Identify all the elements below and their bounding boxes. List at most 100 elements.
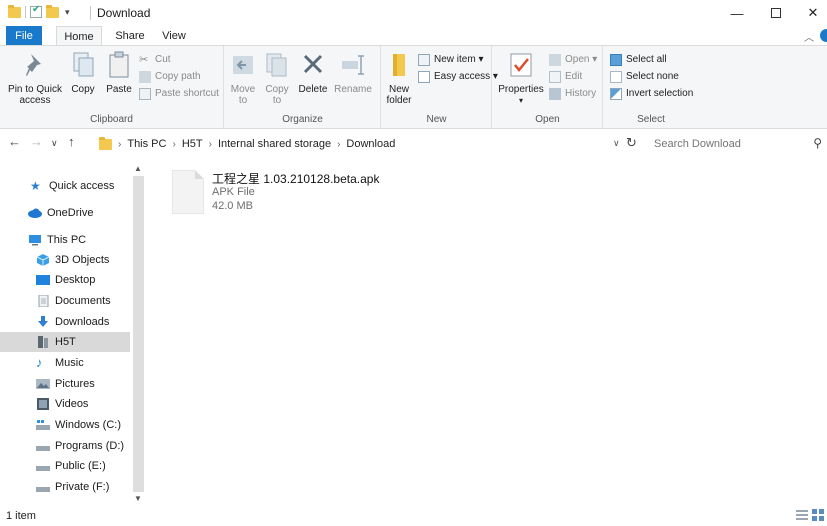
- delete-x-icon: [299, 50, 327, 80]
- invert-selection-button[interactable]: Invert selection: [610, 86, 693, 102]
- tab-share[interactable]: Share: [108, 26, 152, 46]
- file-item[interactable]: 工程之星 1.03.210128.beta.apk APK File 42.0 …: [168, 166, 418, 222]
- close-icon: ✕: [807, 5, 819, 20]
- nav-item-this-pc[interactable]: This PC: [0, 230, 130, 250]
- nav-item-label: Private (F:): [55, 481, 110, 493]
- nav-item-videos[interactable]: Videos: [0, 394, 130, 414]
- breadcrumb-this-pc[interactable]: This PC: [127, 138, 166, 150]
- nav-item-music[interactable]: ♪ Music: [0, 353, 130, 373]
- status-bar: 1 item: [0, 505, 827, 526]
- nav-item-windows-c[interactable]: Windows (C:): [0, 415, 130, 435]
- move-to-label: Move to: [230, 84, 256, 106]
- tab-file[interactable]: File: [6, 26, 42, 46]
- easy-access-icon: [418, 71, 430, 83]
- nav-item-label: Programs (D:): [55, 440, 125, 452]
- music-note-icon: ♪: [36, 355, 43, 370]
- nav-item-onedrive[interactable]: OneDrive: [0, 203, 130, 223]
- large-icons-view-icon[interactable]: [812, 509, 824, 521]
- collapse-ribbon-icon[interactable]: ︿: [804, 29, 814, 44]
- paste-shortcut-button[interactable]: Paste shortcut: [139, 86, 219, 102]
- file-size: 42.0 MB: [212, 200, 253, 212]
- nav-pane-scrollbar[interactable]: ▲ ▼: [131, 162, 145, 505]
- history-button[interactable]: History: [549, 86, 596, 102]
- chevron-right-icon[interactable]: ›: [209, 139, 212, 150]
- forward-arrow-icon[interactable]: →: [30, 134, 43, 149]
- help-icon[interactable]: [820, 29, 827, 42]
- clipboard-group: Pin to Quick access Copy Paste ✂ Cut Cop…: [0, 46, 224, 128]
- scroll-down-icon[interactable]: ▼: [134, 494, 142, 503]
- copy-path-button[interactable]: Copy path: [139, 69, 201, 85]
- new-item-button[interactable]: New item ▾: [418, 52, 483, 68]
- select-group-label: Select: [637, 114, 665, 125]
- chevron-right-icon[interactable]: ›: [118, 139, 121, 150]
- scroll-up-icon[interactable]: ▲: [134, 164, 142, 173]
- new-folder-icon[interactable]: [46, 4, 59, 18]
- search-input[interactable]: [646, 138, 796, 150]
- edit-button[interactable]: Edit: [549, 69, 582, 85]
- maximize-button[interactable]: [757, 0, 795, 26]
- chevron-right-icon[interactable]: ›: [172, 139, 175, 150]
- nav-item-desktop[interactable]: Desktop: [0, 270, 130, 290]
- delete-button[interactable]: Delete: [297, 50, 329, 95]
- nav-item-pictures[interactable]: Pictures: [0, 374, 130, 394]
- copy-path-icon: [139, 71, 151, 83]
- nav-item-quick-access[interactable]: ★ Quick access: [0, 176, 130, 196]
- scroll-thumb[interactable]: [133, 176, 144, 492]
- video-icon: [36, 398, 50, 410]
- select-all-button[interactable]: Select all: [610, 52, 667, 68]
- pin-to-quick-access-button[interactable]: Pin to Quick access: [6, 50, 64, 106]
- breadcrumb-h5t[interactable]: H5T: [182, 138, 203, 150]
- nav-item-documents[interactable]: Documents: [0, 291, 130, 311]
- nav-item-3d-objects[interactable]: 3D Objects: [0, 250, 130, 270]
- new-folder-label: New folder: [386, 84, 412, 106]
- close-button[interactable]: ✕: [794, 0, 827, 26]
- computer-icon: [28, 234, 42, 246]
- select-none-button[interactable]: Select none: [610, 69, 679, 85]
- new-folder-button[interactable]: New folder: [384, 50, 414, 106]
- properties-button[interactable]: Properties ▾: [497, 50, 545, 106]
- back-arrow-icon[interactable]: ←: [8, 134, 21, 149]
- search-box[interactable]: ⚲: [646, 134, 824, 154]
- nav-item-programs-d[interactable]: Programs (D:): [0, 436, 130, 456]
- open-button[interactable]: Open ▾: [549, 52, 597, 68]
- rename-button[interactable]: Rename: [333, 50, 373, 95]
- rename-label: Rename: [334, 84, 372, 95]
- up-arrow-icon[interactable]: ↑: [68, 134, 75, 149]
- folder-icon[interactable]: [8, 4, 21, 18]
- title-bar: ▾ Download — ✕: [0, 0, 827, 26]
- open-group-label: Open: [535, 114, 560, 125]
- search-icon[interactable]: ⚲: [813, 136, 822, 150]
- details-view-icon[interactable]: [796, 509, 808, 521]
- chevron-right-icon[interactable]: ›: [337, 139, 340, 150]
- customize-dropdown-icon[interactable]: ▾: [65, 7, 70, 18]
- cut-button[interactable]: ✂ Cut: [139, 52, 171, 68]
- nav-item-private-f[interactable]: Private (F:): [0, 477, 130, 497]
- maximize-icon: [771, 8, 781, 18]
- minimize-button[interactable]: —: [718, 0, 756, 26]
- breadcrumb-download[interactable]: Download: [346, 138, 395, 150]
- folder-icon: [99, 136, 112, 150]
- easy-access-button[interactable]: Easy access ▾: [418, 69, 498, 85]
- nav-item-label: Windows (C:): [55, 419, 122, 431]
- refresh-icon[interactable]: ↻: [626, 135, 637, 151]
- nav-item-label: Desktop: [55, 274, 96, 286]
- tab-view[interactable]: View: [154, 26, 194, 46]
- nav-item-h5t[interactable]: H5T: [0, 332, 130, 352]
- address-bar[interactable]: › This PC › H5T › Internal shared storag…: [98, 134, 643, 154]
- tab-home[interactable]: Home: [56, 26, 102, 46]
- properties-check-icon[interactable]: [30, 4, 42, 18]
- ribbon: Pin to Quick access Copy Paste ✂ Cut Cop…: [0, 45, 827, 129]
- nav-item-public-e[interactable]: Public (E:): [0, 456, 130, 476]
- copy-label: Copy: [71, 84, 95, 95]
- nav-item-downloads[interactable]: Downloads: [0, 312, 130, 332]
- paste-button[interactable]: Paste: [102, 50, 136, 95]
- new-item-label: New item ▾: [434, 54, 484, 65]
- copy-button[interactable]: Copy: [66, 50, 100, 95]
- recent-locations-icon[interactable]: ∨: [51, 138, 58, 149]
- item-count: 1 item: [6, 510, 36, 522]
- copy-to-button[interactable]: Copy to: [262, 50, 292, 106]
- chevron-down-icon[interactable]: ∨: [613, 138, 620, 149]
- breadcrumb-internal-storage[interactable]: Internal shared storage: [218, 138, 331, 150]
- move-to-button[interactable]: Move to: [228, 50, 258, 106]
- clipboard-group-label: Clipboard: [90, 114, 133, 125]
